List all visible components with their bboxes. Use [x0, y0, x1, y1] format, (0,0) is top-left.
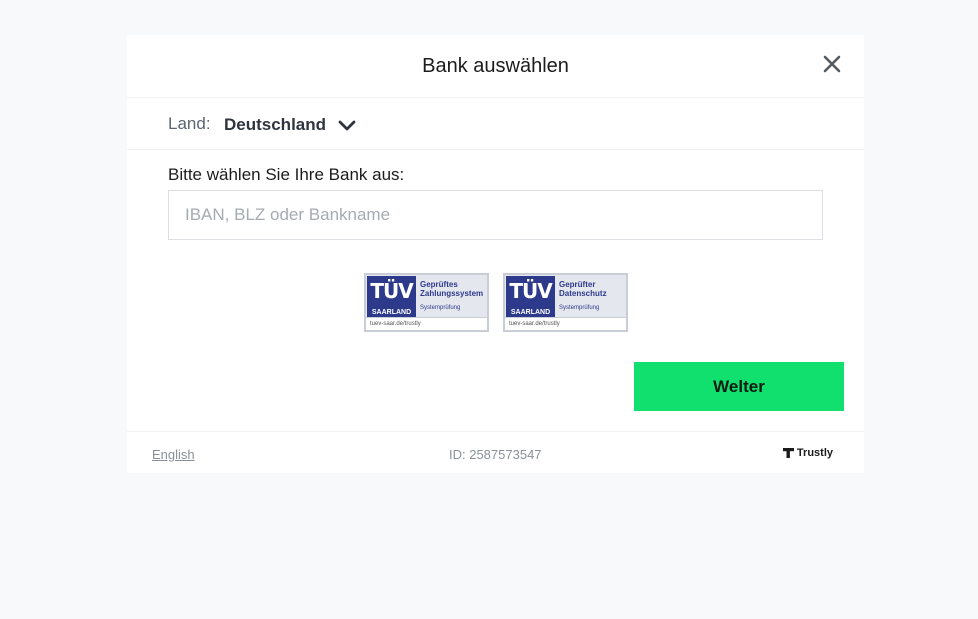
country-value: Deutschland — [224, 115, 327, 134]
badge-note: Systemprüfung — [420, 305, 461, 311]
tuv-logo: TÜV SAARLAND — [506, 276, 555, 318]
badge-note: Systemprüfung — [559, 305, 600, 311]
modal-title: Bank auswählen — [422, 55, 569, 77]
tuv-badge-privacy[interactable]: TÜV SAARLAND Geprüfter Datenschutz Syste… — [503, 273, 628, 332]
trustly-logo-icon — [782, 448, 794, 458]
badge-title: Geprüfter Datenschutz — [559, 280, 607, 298]
session-id: ID: 2587573547 — [449, 447, 542, 462]
close-icon — [823, 55, 841, 73]
modal-footer: English ID: 2587573547 Trustly — [127, 431, 864, 474]
badge-title: Geprüftes Zahlungssystem — [420, 280, 484, 298]
country-label: Land: — [168, 114, 211, 133]
bank-search-label: Bitte wählen Sie Ihre Bank aus: — [168, 165, 405, 184]
bank-search-input[interactable] — [168, 190, 823, 240]
chevron-down-icon — [338, 120, 356, 131]
tuv-badge-payment[interactable]: TÜV SAARLAND Geprüftes Zahlungssystem Sy… — [364, 273, 489, 332]
brand-name: Trustly — [796, 447, 833, 459]
tuv-logo: TÜV SAARLAND — [367, 276, 416, 318]
modal-header: Bank auswählen — [127, 35, 864, 98]
country-row: Land: Deutschland — [127, 97, 864, 150]
country-dropdown[interactable]: Deutschland — [224, 114, 356, 136]
trustly-logo: Trustly — [782, 447, 833, 459]
close-button[interactable] — [822, 54, 842, 74]
next-button[interactable]: Welter — [634, 362, 844, 411]
language-link[interactable]: English — [152, 447, 195, 462]
badge-url: tuev-saar.de/trustly — [505, 317, 626, 330]
certification-badges: TÜV SAARLAND Geprüftes Zahlungssystem Sy… — [364, 273, 628, 332]
bank-selection-modal: Bank auswählen Land: Deutschland Bitte w… — [127, 35, 864, 473]
badge-url: tuev-saar.de/trustly — [366, 317, 487, 330]
